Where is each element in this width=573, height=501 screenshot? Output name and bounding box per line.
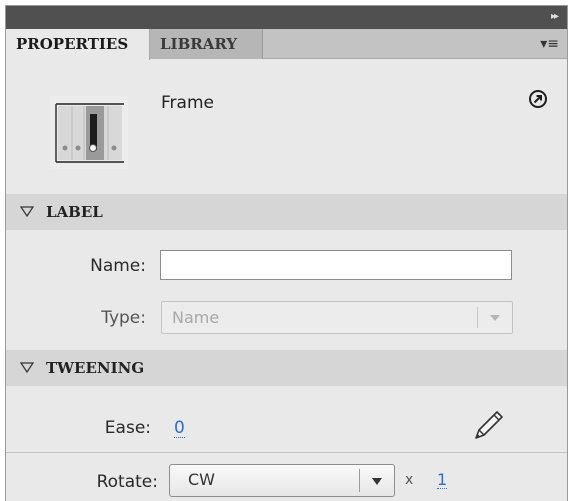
edit-pencil-icon[interactable] [470,408,506,442]
rotate-select[interactable]: CW [169,464,395,497]
ease-value[interactable]: 0 [174,419,185,438]
tab-library[interactable]: LIBRARY [150,29,263,59]
select-divider [477,307,478,328]
name-label: Name: [90,256,146,276]
collapse-panel-icon[interactable]: ▸▸ [551,11,559,22]
object-type-label: Frame [161,93,214,113]
disclosure-triangle-icon[interactable] [20,362,34,374]
ease-label: Ease: [104,418,151,438]
disclosure-triangle-icon[interactable] [20,206,34,218]
type-select-value: Name [172,308,220,327]
rotate-select-value: CW [188,470,215,489]
type-label: Type: [101,308,146,328]
chevron-down-icon [490,315,500,321]
select-divider [359,469,360,492]
properties-panel: ▸▸ PROPERTIES LIBRARY ▾≡ Frame LABEL Nam… [5,5,568,501]
frame-icon [50,96,128,169]
panel-titlebar: ▸▸ [6,6,567,29]
section-label-header[interactable]: LABEL [6,194,567,230]
arrow-circle-icon[interactable] [528,89,548,109]
type-select[interactable]: Name [161,301,513,334]
section-tweening-title: TWEENING [46,359,145,377]
chevron-down-icon [372,478,382,485]
name-input[interactable] [160,250,512,280]
section-label-title: LABEL [46,203,103,221]
panel-tab-row: PROPERTIES LIBRARY ▾≡ [6,29,567,60]
rotate-count-value[interactable]: 1 [437,471,448,489]
times-symbol: x [405,472,414,488]
section-tweening-header[interactable]: TWEENING [6,350,567,386]
panel-menu-icon[interactable]: ▾≡ [540,36,559,52]
divider [6,452,567,453]
tab-properties[interactable]: PROPERTIES [6,29,150,60]
rotate-label: Rotate: [96,472,158,492]
